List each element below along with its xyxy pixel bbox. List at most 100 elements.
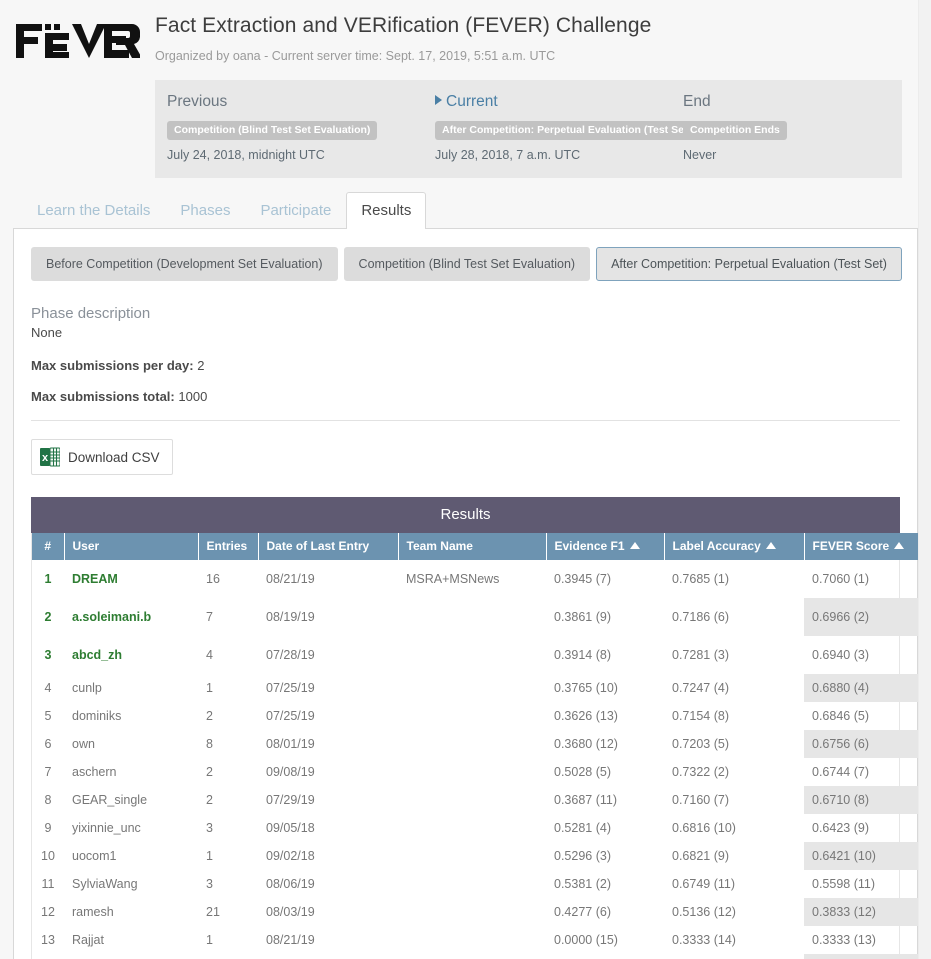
cell-evidence-f1: 0.5381 (2) bbox=[554, 877, 611, 891]
cell-user[interactable]: ramesh bbox=[64, 898, 198, 926]
column-header-team-name[interactable]: Team Name bbox=[398, 533, 547, 560]
phase-timeline-strip: Previous Competition (Blind Test Set Eva… bbox=[155, 80, 902, 178]
cell-team bbox=[398, 786, 546, 814]
cell-rank: 11 bbox=[41, 877, 55, 891]
cell-label-accuracy: 0.7322 (2) bbox=[672, 765, 729, 779]
table-row[interactable]: 7 aschern 2 09/08/19 0.5028 (5) 0.7322 (… bbox=[32, 758, 924, 786]
cell-date: 08/01/18 bbox=[258, 954, 398, 959]
table-row[interactable]: 14 hz66pasa 1 08/01/18 HZ 0.7138 (1) 0.3… bbox=[32, 954, 924, 959]
cell-date: 08/03/19 bbox=[266, 905, 315, 919]
cell-user[interactable]: aschern bbox=[64, 758, 198, 786]
results-table-body: 1 DREAM 16 08/21/19 MSRA+MSNews 0.3945 (… bbox=[32, 560, 924, 959]
table-row[interactable]: 8 GEAR_single 2 07/29/19 0.3687 (11) 0.7… bbox=[32, 786, 924, 814]
cell-evidence-f1: 0.3687 (11) bbox=[554, 793, 618, 807]
phase-button-before-competition[interactable]: Before Competition (Development Set Eval… bbox=[31, 247, 338, 281]
table-row[interactable]: 4 cunlp 1 07/25/19 0.3765 (10) 0.7247 (4… bbox=[32, 674, 924, 702]
phase-button-competition[interactable]: Competition (Blind Test Set Evaluation) bbox=[343, 247, 591, 281]
cell-user[interactable]: cunlp bbox=[64, 674, 198, 702]
column-header-date-of-last-entry[interactable]: Date of Last Entry bbox=[258, 533, 399, 560]
cell-fever-score: 0.6423 (9) bbox=[812, 821, 869, 835]
cell-date: 07/29/19 bbox=[266, 793, 315, 807]
cell-date: 08/21/19 bbox=[266, 572, 315, 586]
max-total-value: 1000 bbox=[178, 389, 208, 404]
cell-user[interactable]: GEAR_single bbox=[64, 786, 198, 814]
cell-entries: 4 bbox=[206, 648, 213, 662]
phase-current-heading: Current bbox=[435, 93, 673, 111]
tab-learn-the-details[interactable]: Learn the Details bbox=[22, 192, 165, 229]
cell-team bbox=[398, 598, 546, 636]
cell-team bbox=[398, 636, 546, 674]
cell-team bbox=[398, 758, 546, 786]
cell-fever-score: 0.6756 (6) bbox=[804, 730, 924, 758]
download-csv-label: Download CSV bbox=[68, 449, 160, 465]
column-header-fever-score[interactable]: FEVER Score bbox=[804, 533, 924, 560]
results-table: # User Entries Date of Last Entry Team N… bbox=[32, 533, 924, 959]
cell-fever-score: 0.6880 (4) bbox=[804, 674, 924, 702]
cell-entries: 8 bbox=[206, 737, 213, 751]
max-submissions-total: Max submissions total: 1000 bbox=[31, 389, 900, 404]
cell-entries: 2 bbox=[206, 793, 213, 807]
cell-date: 08/19/19 bbox=[266, 610, 315, 624]
cell-date: 08/01/19 bbox=[266, 737, 315, 751]
table-row[interactable]: 12 ramesh 21 08/03/19 0.4277 (6) 0.5136 … bbox=[32, 898, 924, 926]
table-row[interactable]: 1 DREAM 16 08/21/19 MSRA+MSNews 0.3945 (… bbox=[32, 560, 924, 598]
cell-entries: 3 bbox=[206, 877, 213, 891]
cell-evidence-f1: 0.3626 (13) bbox=[554, 709, 618, 723]
cell-fever-score: 0.2198 (14) bbox=[804, 954, 924, 959]
phase-description-label: Phase description bbox=[31, 305, 151, 322]
header-subtitle: Organized by oana - Current server time:… bbox=[155, 49, 556, 63]
column-header-evidence-f1[interactable]: Evidence F1 bbox=[546, 533, 665, 560]
cell-date: 09/08/19 bbox=[266, 765, 315, 779]
cell-user[interactable]: abcd_zh bbox=[64, 636, 198, 674]
cell-entries: 2 bbox=[206, 709, 213, 723]
cell-user[interactable]: dominiks bbox=[64, 702, 198, 730]
table-row[interactable]: 13 Rajjat 1 08/21/19 0.0000 (15) 0.3333 … bbox=[32, 926, 924, 954]
cell-fever-score: 0.7060 (1) bbox=[812, 572, 869, 586]
cell-user[interactable]: hz66pasa bbox=[64, 954, 198, 959]
cell-user[interactable]: Rajjat bbox=[64, 926, 198, 954]
cell-evidence-f1: 0.3945 (7) bbox=[554, 572, 611, 586]
download-csv-button[interactable]: x Download CSV bbox=[31, 439, 173, 475]
table-row[interactable]: 11 SylviaWang 3 08/06/19 0.5381 (2) 0.67… bbox=[32, 870, 924, 898]
sort-ascending-icon bbox=[894, 542, 905, 549]
cell-entries: 1 bbox=[198, 954, 258, 959]
cell-rank: 2 bbox=[44, 610, 52, 624]
phase-column-previous: Previous Competition (Blind Test Set Eva… bbox=[167, 93, 435, 162]
cell-user[interactable]: own bbox=[64, 730, 198, 758]
svg-text:x: x bbox=[42, 452, 49, 464]
table-row[interactable]: 3 abcd_zh 4 07/28/19 0.3914 (8) 0.7281 (… bbox=[32, 636, 924, 674]
cell-date: 09/05/18 bbox=[266, 821, 315, 835]
cell-team bbox=[398, 702, 546, 730]
table-row[interactable]: 2 a.soleimani.b 7 08/19/19 0.3861 (9) 0.… bbox=[32, 598, 924, 636]
cell-label-accuracy: 0.7186 (6) bbox=[672, 610, 729, 624]
page-title: Fact Extraction and VERification (FEVER)… bbox=[155, 14, 652, 37]
cell-team bbox=[398, 842, 546, 870]
phase-button-after-competition[interactable]: After Competition: Perpetual Evaluation … bbox=[596, 247, 902, 281]
cell-user[interactable]: uocom1 bbox=[64, 842, 198, 870]
table-row[interactable]: 10 uocom1 1 09/02/18 0.5296 (3) 0.6821 (… bbox=[32, 842, 924, 870]
tab-results[interactable]: Results bbox=[346, 192, 427, 229]
cell-evidence-f1: 0.7138 (1) bbox=[546, 954, 664, 959]
cell-label-accuracy: 0.6821 (9) bbox=[672, 849, 729, 863]
table-row[interactable]: 6 own 8 08/01/19 0.3680 (12) 0.7203 (5) … bbox=[32, 730, 924, 758]
column-header-user[interactable]: User bbox=[64, 533, 199, 560]
column-header-rank[interactable]: # bbox=[32, 533, 65, 560]
cell-entries: 1 bbox=[206, 849, 213, 863]
cell-user[interactable]: SylviaWang bbox=[64, 870, 198, 898]
cell-entries: 1 bbox=[206, 681, 213, 695]
table-row[interactable]: 9 yixinnie_unc 3 09/05/18 0.5281 (4) 0.6… bbox=[32, 814, 924, 842]
tab-phases[interactable]: Phases bbox=[165, 192, 245, 229]
cell-team: HZ bbox=[398, 954, 546, 959]
column-header-label-accuracy[interactable]: Label Accuracy bbox=[664, 533, 805, 560]
cell-user[interactable]: yixinnie_unc bbox=[64, 814, 198, 842]
cell-entries: 2 bbox=[206, 765, 213, 779]
tab-participate[interactable]: Participate bbox=[245, 192, 346, 229]
cell-user[interactable]: a.soleimani.b bbox=[64, 598, 198, 636]
cell-user[interactable]: DREAM bbox=[64, 560, 198, 598]
cell-evidence-f1: 0.5296 (3) bbox=[554, 849, 611, 863]
results-table-wrapper: # User Entries Date of Last Entry Team N… bbox=[31, 533, 924, 959]
cell-fever-score: 0.6744 (7) bbox=[812, 765, 869, 779]
table-row[interactable]: 5 dominiks 2 07/25/19 0.3626 (13) 0.7154… bbox=[32, 702, 924, 730]
cell-evidence-f1: 0.5281 (4) bbox=[554, 821, 611, 835]
column-header-entries[interactable]: Entries bbox=[198, 533, 259, 560]
